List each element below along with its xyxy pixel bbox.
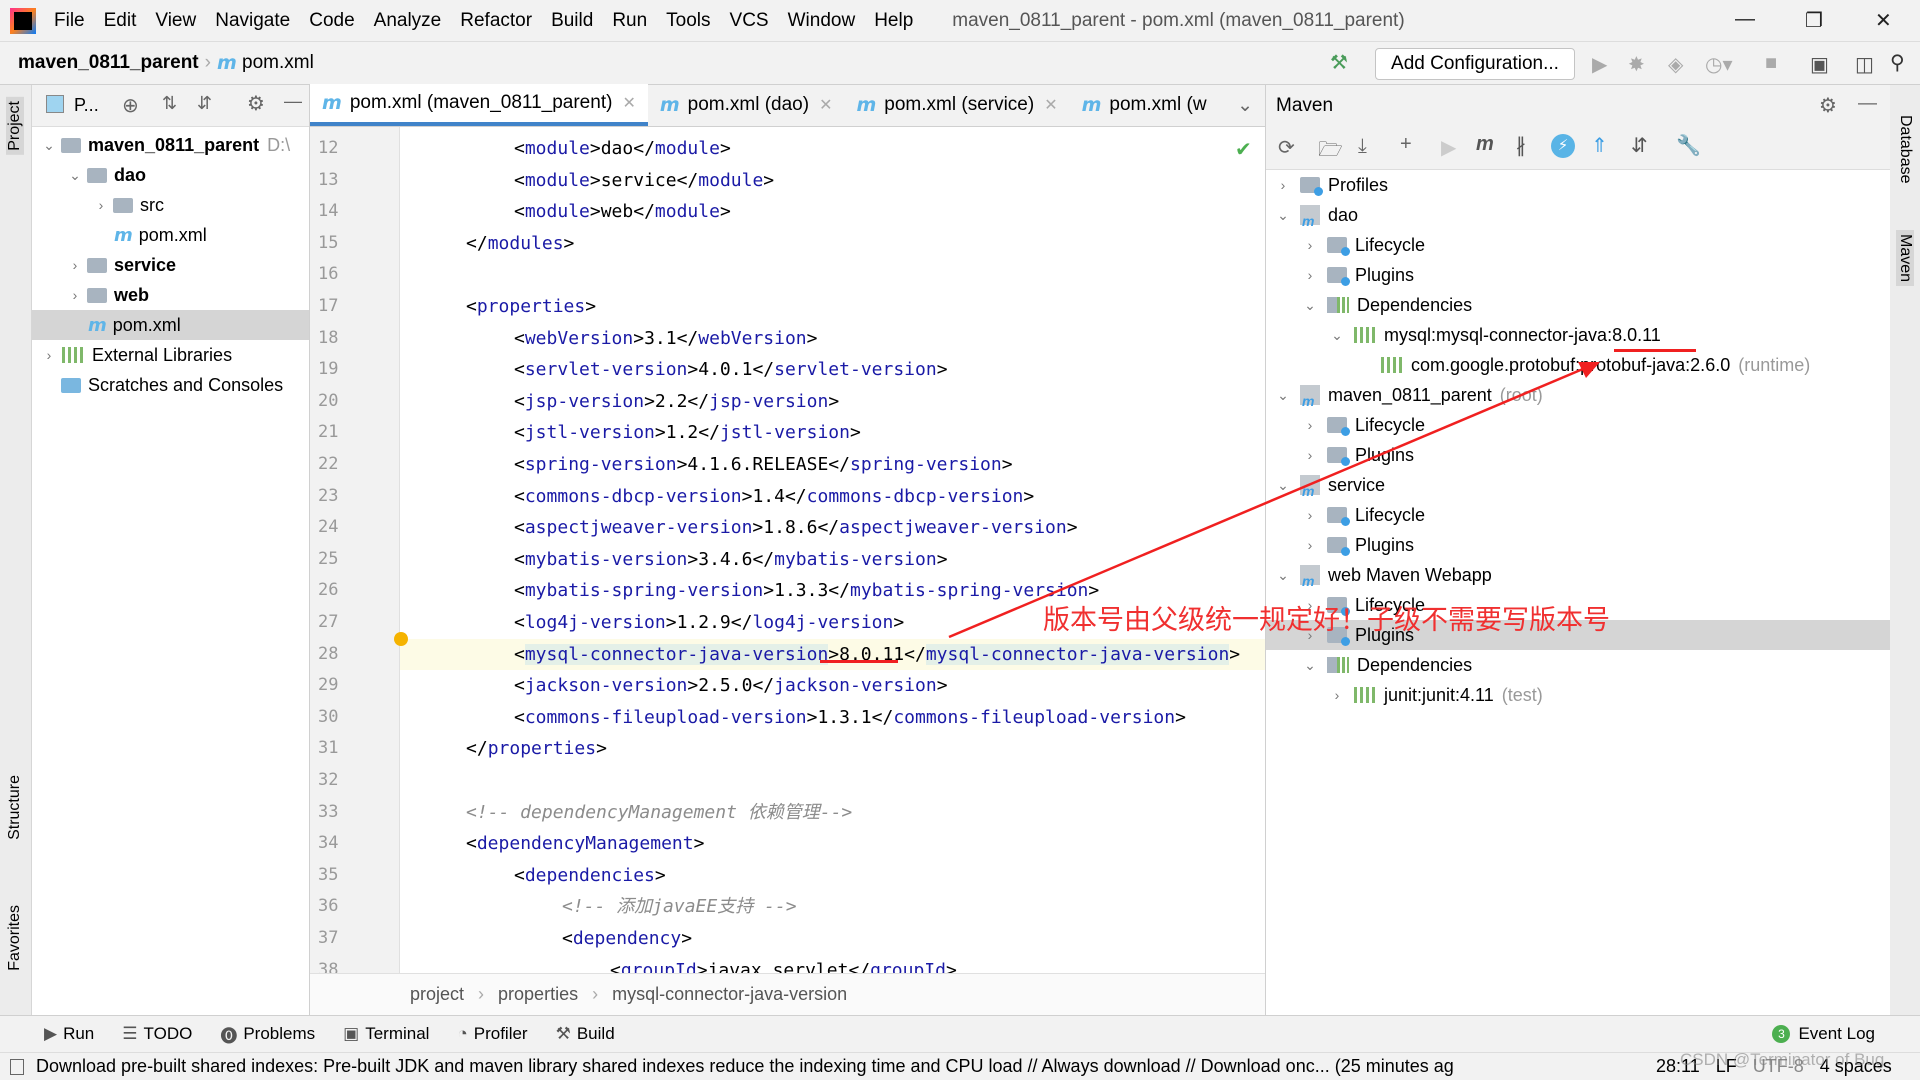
annotation-underline-maven — [1614, 349, 1696, 352]
annotation-arrow-line — [948, 364, 1591, 639]
annotation-underline-editor — [820, 660, 898, 663]
annotation-arrow — [948, 362, 1600, 639]
